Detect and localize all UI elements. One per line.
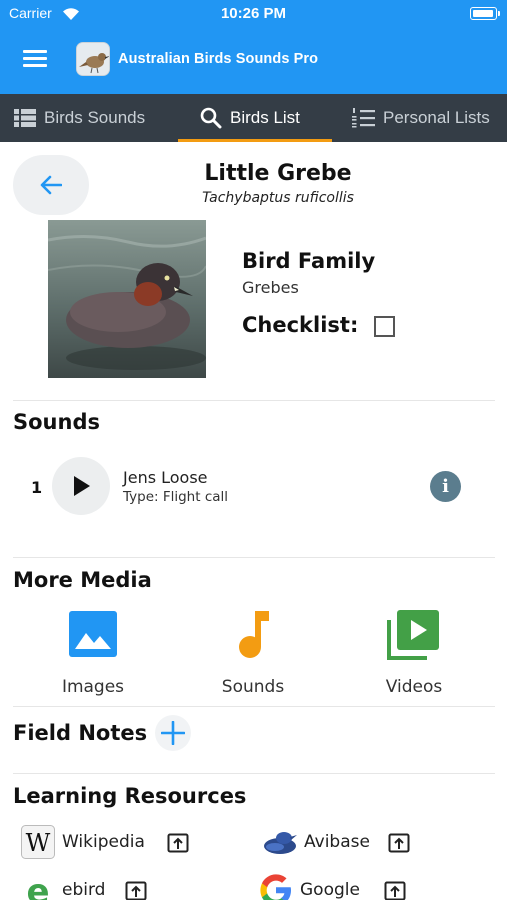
- resource-wikipedia[interactable]: W Wikipedia: [20, 822, 145, 862]
- tab-label: Birds List: [230, 108, 300, 127]
- svg-text:W: W: [26, 829, 51, 857]
- numbered-list-icon: [352, 108, 375, 128]
- resource-avibase[interactable]: Avibase: [262, 822, 370, 862]
- divider: [13, 773, 495, 774]
- checklist-label: Checklist:: [242, 313, 359, 337]
- list-grid-icon: [14, 109, 36, 127]
- resource-ebird[interactable]: e ebird: [20, 870, 105, 900]
- plus-icon: [161, 721, 185, 745]
- add-field-note-button[interactable]: [155, 715, 191, 751]
- video-library-icon: [349, 605, 479, 663]
- music-note-icon: [188, 605, 318, 663]
- active-tab-indicator: [178, 139, 332, 142]
- info-icon[interactable]: i: [430, 471, 461, 502]
- battery-icon: [470, 7, 500, 20]
- resource-label: Google: [300, 880, 360, 900]
- wikipedia-open-external-icon[interactable]: [167, 822, 189, 862]
- ebird-logo-icon: e: [20, 872, 56, 900]
- resource-label: Avibase: [304, 832, 370, 852]
- field-notes-section-title: Field Notes: [13, 721, 148, 745]
- image-icon: [28, 605, 158, 663]
- wikipedia-logo-icon: W: [20, 824, 56, 860]
- tab-label: Birds Sounds: [44, 108, 146, 127]
- back-button[interactable]: [13, 155, 89, 215]
- search-icon: [200, 107, 222, 129]
- tab-birds-sounds[interactable]: Birds Sounds: [14, 94, 145, 142]
- google-open-external-icon[interactable]: [384, 870, 406, 900]
- tab-bar: Birds Sounds Birds List Personal Lists: [0, 94, 507, 142]
- bird-name: Little Grebe: [204, 161, 352, 186]
- learning-resources-section-title: Learning Resources: [13, 784, 247, 808]
- resource-label: ebird: [62, 880, 106, 900]
- sound-number: 1: [31, 478, 43, 497]
- google-logo-icon: [258, 872, 294, 900]
- arrow-left-icon: [40, 175, 62, 195]
- media-label: Sounds: [221, 677, 285, 697]
- status-time: 10:26 PM: [220, 5, 287, 22]
- app-title: Australian Birds Sounds Pro: [118, 51, 319, 67]
- media-label: Videos: [385, 677, 443, 697]
- bird-photo[interactable]: [48, 220, 206, 378]
- tab-birds-list[interactable]: Birds List: [200, 94, 300, 142]
- media-videos-button[interactable]: Videos: [349, 605, 479, 697]
- bird-family-value: Grebes: [242, 278, 299, 297]
- svg-text:e: e: [26, 873, 49, 900]
- resource-label: Wikipedia: [62, 832, 145, 852]
- sounds-section-title: Sounds: [13, 410, 100, 434]
- bird-scientific-name: Tachybaptus ruficollis: [202, 190, 354, 206]
- sound-type: Type: Flight call: [123, 489, 229, 505]
- bird-family-label: Bird Family: [242, 249, 376, 273]
- media-images-button[interactable]: Images: [28, 605, 158, 697]
- divider: [13, 557, 495, 558]
- play-icon: [74, 476, 90, 496]
- more-media-section-title: More Media: [13, 568, 152, 592]
- hamburger-menu-icon[interactable]: [23, 50, 47, 68]
- resource-google[interactable]: Google: [258, 870, 360, 900]
- divider: [13, 400, 495, 401]
- app-header: Carrier 10:26 PM Australian Birds Sounds…: [0, 0, 507, 94]
- divider: [13, 706, 495, 707]
- tab-label: Personal Lists: [383, 108, 490, 127]
- media-sounds-button[interactable]: Sounds: [188, 605, 318, 697]
- avibase-open-external-icon[interactable]: [388, 822, 410, 862]
- play-button[interactable]: [52, 457, 110, 515]
- avibase-logo-icon: [262, 824, 298, 860]
- sound-recordist: Jens Loose: [123, 468, 208, 487]
- checklist-checkbox[interactable]: [374, 316, 395, 337]
- media-label: Images: [61, 677, 125, 697]
- status-bar: Carrier 10:26 PM: [0, 0, 507, 28]
- app-logo: [76, 42, 110, 76]
- tab-personal-lists[interactable]: Personal Lists: [352, 94, 490, 142]
- ebird-open-external-icon[interactable]: [125, 870, 147, 900]
